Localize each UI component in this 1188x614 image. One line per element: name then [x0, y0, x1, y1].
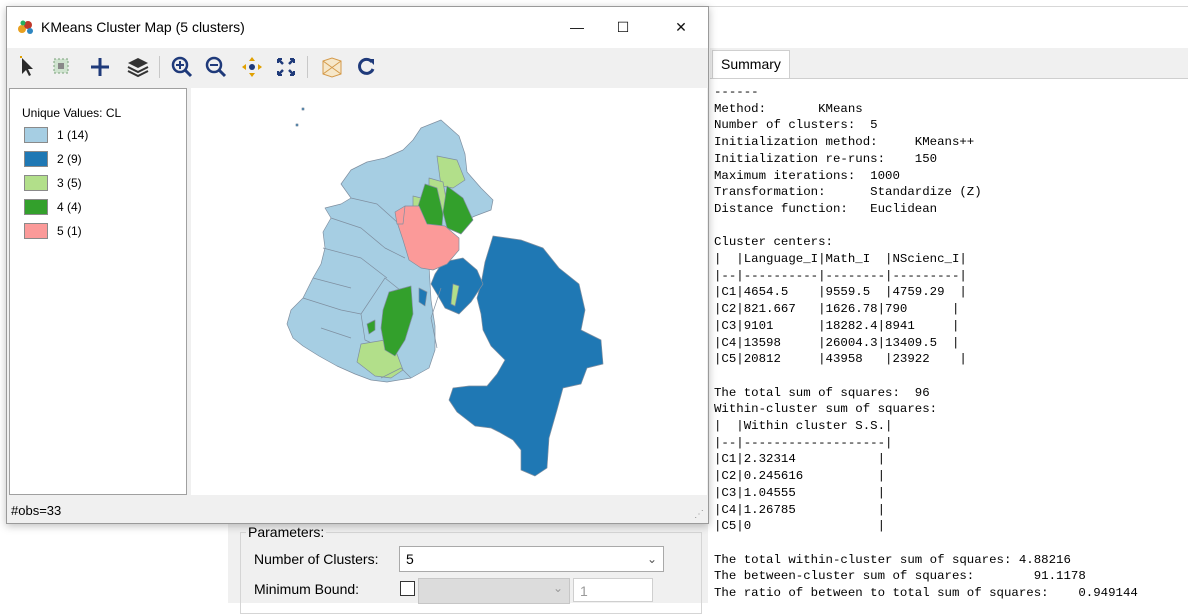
legend-label: 2 (9)	[57, 152, 82, 166]
legend-label: 4 (4)	[57, 200, 82, 214]
parameters-title: Parameters:	[246, 524, 327, 540]
cluster-map-window: KMeans Cluster Map (5 clusters) — ☐ ✕ Un…	[6, 6, 709, 524]
legend-swatch	[24, 223, 48, 239]
chevron-down-icon: ⌄	[646, 552, 657, 566]
chevron-down-icon: ⌄	[552, 581, 563, 595]
observation-count: #obs=33	[11, 503, 62, 518]
add-layer-icon[interactable]	[87, 54, 113, 80]
legend-label: 3 (5)	[57, 176, 82, 190]
pan-icon[interactable]	[239, 54, 265, 80]
legend-label: 5 (1)	[57, 224, 82, 238]
number-of-clusters-label: Number of Clusters:	[254, 551, 379, 567]
tab-summary[interactable]: Summary	[712, 50, 790, 78]
minimum-bound-checkbox[interactable]	[400, 581, 415, 596]
select-box-icon[interactable]	[49, 54, 75, 80]
basemap-icon[interactable]	[319, 54, 345, 80]
minimize-button[interactable]: —	[554, 7, 600, 48]
legend-swatch	[24, 199, 48, 215]
zoom-in-icon[interactable]	[169, 54, 195, 80]
legend-swatch	[24, 151, 48, 167]
layers-icon[interactable]	[125, 54, 151, 80]
toolbar-separator	[307, 56, 308, 78]
close-button[interactable]: ✕	[658, 7, 704, 48]
parameters-panel: Parameters: Number of Clusters: 5 ⌄ Mini…	[228, 520, 708, 614]
select-pointer-icon[interactable]	[15, 54, 41, 80]
map-region-island[interactable]	[301, 107, 305, 111]
refresh-icon[interactable]	[353, 54, 379, 80]
map-toolbar	[7, 48, 708, 86]
app-logo-icon	[18, 20, 33, 34]
minimum-bound-value-input[interactable]: 1	[573, 578, 653, 602]
maximize-button[interactable]: ☐	[600, 7, 646, 48]
legend-panel: Unique Values: CL 1 (14) 2 (9) 3 (5) 4 (…	[9, 88, 187, 495]
toolbar-separator	[159, 56, 160, 78]
window-title: KMeans Cluster Map (5 clusters)	[41, 19, 245, 35]
number-of-clusters-value: 5	[406, 551, 414, 567]
legend-label: 1 (14)	[57, 128, 89, 142]
legend-swatch	[24, 127, 48, 143]
cluster-map-canvas[interactable]	[191, 88, 707, 495]
legend-title: Unique Values: CL	[22, 106, 122, 120]
full-extent-icon[interactable]	[273, 54, 299, 80]
resize-grip-icon[interactable]: ⋰	[694, 509, 704, 520]
map-region-island[interactable]	[295, 123, 299, 127]
summary-tabbar: Summary	[710, 48, 1188, 79]
minimum-bound-label: Minimum Bound:	[254, 581, 360, 597]
number-of-clusters-select[interactable]: 5 ⌄	[399, 546, 664, 572]
status-bar: #obs=33 ⋰	[7, 499, 708, 523]
title-bar[interactable]: KMeans Cluster Map (5 clusters) — ☐ ✕	[7, 7, 708, 48]
legend-swatch	[24, 175, 48, 191]
minimum-bound-variable-select[interactable]: ⌄	[418, 578, 570, 604]
summary-output-text: ------ Method: KMeans Number of clusters…	[714, 85, 1138, 601]
zoom-out-icon[interactable]	[203, 54, 229, 80]
